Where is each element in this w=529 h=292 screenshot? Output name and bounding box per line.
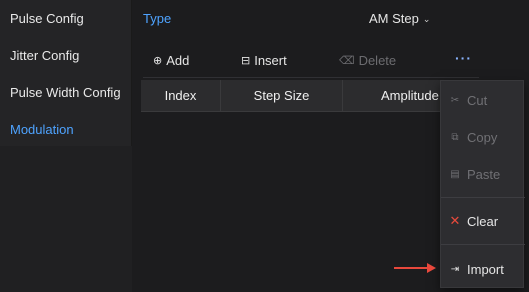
type-dropdown-value: AM Step	[369, 11, 419, 26]
menu-item-import[interactable]: ⇥ Import	[441, 251, 525, 287]
add-button[interactable]: ⊕ Add	[153, 53, 189, 68]
menu-item-clear[interactable]: ✕ Clear	[441, 203, 525, 239]
sidebar: Pulse Config Jitter Config Pulse Width C…	[0, 0, 132, 292]
close-icon: ✕	[449, 213, 461, 228]
scissors-icon: ✂	[450, 94, 460, 106]
menu-item-copy-label: Copy	[467, 129, 498, 145]
paste-icon: ▤	[450, 168, 460, 180]
menu-item-paste[interactable]: ▤ Paste	[441, 156, 525, 192]
insert-button-label: Insert	[254, 53, 287, 68]
type-dropdown[interactable]: AM Step ⌄	[369, 11, 430, 26]
menu-separator	[441, 197, 525, 198]
delete-button-label: Delete	[358, 53, 397, 68]
sidebar-item-pulse-width-config[interactable]: Pulse Width Config	[0, 74, 131, 111]
more-options-icon[interactable]: ···	[455, 50, 472, 66]
copy-icon: ⧉	[451, 131, 459, 143]
delete-icon: ⌫	[339, 55, 355, 67]
menu-item-cut[interactable]: ✂ Cut	[441, 82, 525, 118]
delete-button[interactable]: ⌫ Delete	[339, 53, 396, 68]
column-header-step-size[interactable]: Step Size	[221, 80, 343, 112]
menu-item-import-label: Import	[467, 261, 504, 277]
chevron-down-icon: ⌄	[422, 13, 431, 24]
plus-circle-icon: ⊕	[153, 55, 163, 67]
insert-button[interactable]: ⊟ Insert	[241, 53, 287, 68]
menu-item-paste-label: Paste	[467, 166, 501, 182]
sidebar-empty-area	[0, 146, 132, 292]
type-label: Type	[143, 11, 172, 26]
import-icon: ⇥	[450, 263, 460, 275]
annotation-arrow-icon	[394, 263, 436, 273]
menu-item-clear-label: Clear	[467, 213, 499, 229]
insert-row-icon: ⊟	[241, 55, 251, 67]
menu-item-copy[interactable]: ⧉ Copy	[441, 119, 525, 155]
menu-item-cut-label: Cut	[467, 92, 488, 108]
menu-separator	[441, 244, 525, 245]
add-button-label: Add	[166, 53, 190, 68]
context-menu: ✂ Cut ⧉ Copy ▤ Paste ✕ Clear ⇥ Import	[440, 80, 525, 288]
sidebar-item-modulation[interactable]: Modulation	[0, 111, 131, 148]
table-header: Index Step Size Amplitude	[141, 80, 457, 112]
sidebar-item-jitter-config[interactable]: Jitter Config	[0, 37, 131, 74]
column-header-index[interactable]: Index	[141, 80, 221, 112]
sidebar-item-pulse-config[interactable]: Pulse Config	[0, 0, 131, 37]
table-toolbar: ⊕ Add ⊟ Insert ⌫ Delete ···	[143, 44, 479, 78]
